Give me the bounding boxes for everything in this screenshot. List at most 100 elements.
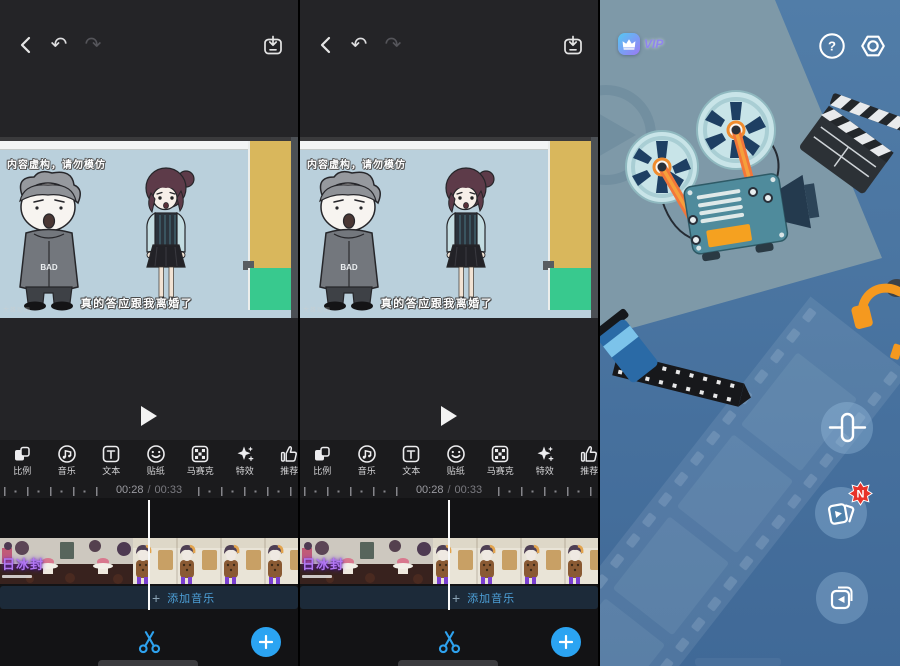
back-chevron-icon bbox=[317, 36, 333, 54]
adjust-capsule-icon bbox=[827, 408, 867, 448]
undo-button[interactable]: ↶ bbox=[42, 28, 76, 62]
help-button[interactable]: ? bbox=[817, 31, 847, 61]
export-button[interactable] bbox=[256, 28, 290, 62]
tool-music[interactable]: 音乐 bbox=[45, 440, 90, 482]
split-clip-button[interactable] bbox=[136, 628, 163, 655]
ruler-ticks-left bbox=[304, 487, 400, 496]
drawer-handle[interactable] bbox=[98, 660, 198, 666]
playhead[interactable] bbox=[148, 500, 150, 610]
editing-toolbar: 比例 音乐 文本 bbox=[0, 440, 298, 482]
tool-text[interactable]: 文本 bbox=[89, 440, 134, 482]
tool-effects[interactable]: 特效 bbox=[523, 440, 568, 482]
svg-text:N: N bbox=[857, 489, 865, 501]
ruler-ticks-left bbox=[4, 487, 100, 496]
scissors-icon bbox=[436, 628, 463, 655]
back-button[interactable] bbox=[8, 28, 42, 62]
fab-templates-button[interactable]: N bbox=[815, 487, 867, 539]
editor-top-bar: ↶ ↷ bbox=[0, 0, 298, 137]
editor-screen-2: ↶ ↷ bbox=[300, 0, 598, 666]
scene-watermark: 大雄动画 bbox=[303, 305, 331, 314]
tool-recommend[interactable]: 推荐 bbox=[567, 440, 598, 482]
clip-caption: 日冰封 bbox=[302, 554, 344, 578]
tool-mosaic[interactable]: 马赛克 bbox=[478, 440, 523, 482]
undo-button[interactable]: ↶ bbox=[342, 28, 376, 62]
thumbs-up-icon bbox=[579, 444, 598, 464]
tool-music[interactable]: 音乐 bbox=[345, 440, 390, 482]
plus-icon bbox=[259, 635, 273, 649]
scene-subtitle: 真的答应跟我离婚了 bbox=[300, 295, 574, 311]
picture-in-picture-icon bbox=[822, 578, 862, 618]
clip-caption: 日冰封 bbox=[2, 554, 44, 578]
thumbs-up-icon bbox=[279, 444, 298, 464]
play-icon bbox=[141, 406, 157, 426]
svg-text:BAD: BAD bbox=[40, 263, 58, 272]
editor-top-bar: ↶ ↷ bbox=[300, 0, 598, 137]
scene-watermark: 大雄动画 bbox=[3, 305, 31, 314]
tool-sticker[interactable]: 贴纸 bbox=[134, 440, 179, 482]
redo-icon: ↷ bbox=[85, 35, 102, 55]
plus-icon: + bbox=[452, 591, 460, 605]
timecode: 00:28/00:33 bbox=[116, 484, 182, 496]
fab-album-button[interactable] bbox=[816, 572, 868, 624]
svg-text:?: ? bbox=[828, 39, 836, 54]
svg-text:BAD: BAD bbox=[340, 263, 358, 272]
cartoon-woman bbox=[139, 167, 197, 315]
drawer-handle[interactable] bbox=[398, 660, 498, 666]
scene-ceiling bbox=[300, 141, 550, 150]
tool-text[interactable]: 文本 bbox=[389, 440, 434, 482]
export-icon bbox=[563, 35, 583, 55]
ruler-ticks-right bbox=[198, 487, 296, 496]
scene-disclaimer-caption: 内容虚构，请勿模仿 bbox=[307, 156, 406, 171]
sticker-icon bbox=[446, 444, 466, 464]
tool-ratio[interactable]: 比例 bbox=[300, 440, 345, 482]
back-button[interactable] bbox=[308, 28, 342, 62]
tool-sticker[interactable]: 贴纸 bbox=[434, 440, 479, 482]
vip-label: VIP bbox=[644, 37, 663, 51]
settings-icon bbox=[858, 31, 888, 61]
plus-icon bbox=[559, 635, 573, 649]
video-preview[interactable]: BAD bbox=[300, 137, 598, 318]
tool-effects[interactable]: 特效 bbox=[223, 440, 268, 482]
projector-illustration bbox=[600, 0, 900, 666]
add-clip-button[interactable] bbox=[551, 627, 581, 657]
export-button[interactable] bbox=[556, 28, 590, 62]
preview-surround bbox=[300, 318, 598, 440]
export-icon bbox=[263, 35, 283, 55]
fab-one-click-button[interactable] bbox=[821, 402, 873, 454]
timecode: 00:28/00:33 bbox=[416, 484, 482, 496]
play-button[interactable] bbox=[134, 403, 164, 429]
text-icon bbox=[401, 444, 421, 464]
split-clip-button[interactable] bbox=[436, 628, 463, 655]
timeline-ruler[interactable]: 00:28/00:33 bbox=[300, 482, 598, 498]
new-badge: N bbox=[848, 481, 873, 506]
play-button[interactable] bbox=[434, 403, 464, 429]
video-preview[interactable]: BAD bbox=[0, 137, 298, 318]
cartoon-woman bbox=[439, 167, 497, 315]
settings-button[interactable] bbox=[858, 31, 888, 61]
tool-ratio[interactable]: 比例 bbox=[0, 440, 45, 482]
tool-recommend[interactable]: 推荐 bbox=[267, 440, 298, 482]
editor-screen-1: ↶ ↷ bbox=[0, 0, 298, 666]
cartoon-man: BAD bbox=[314, 169, 384, 311]
help-icon: ? bbox=[817, 31, 847, 61]
music-icon bbox=[57, 444, 77, 464]
redo-icon: ↷ bbox=[385, 35, 402, 55]
preview-surround bbox=[0, 318, 298, 440]
cartoon-man: BAD bbox=[14, 169, 84, 311]
redo-button[interactable]: ↷ bbox=[76, 28, 110, 62]
undo-icon: ↶ bbox=[51, 35, 68, 55]
tool-mosaic[interactable]: 马赛克 bbox=[178, 440, 223, 482]
mosaic-icon bbox=[490, 444, 510, 464]
undo-icon: ↶ bbox=[351, 35, 368, 55]
redo-button[interactable]: ↷ bbox=[376, 28, 410, 62]
app-window: ↶ ↷ bbox=[0, 0, 900, 666]
playhead[interactable] bbox=[448, 500, 450, 610]
vip-badge[interactable]: VIP bbox=[618, 33, 663, 55]
scene-disclaimer-caption: 内容虚构，请勿模仿 bbox=[7, 156, 106, 171]
timeline-ruler[interactable]: 00:28/00:33 bbox=[0, 482, 298, 498]
sticker-icon bbox=[146, 444, 166, 464]
scene-yellow-pillar bbox=[248, 141, 291, 268]
editing-toolbar: 比例 音乐 文本 bbox=[300, 440, 598, 482]
scene-right-edge bbox=[291, 137, 298, 318]
add-clip-button[interactable] bbox=[251, 627, 281, 657]
